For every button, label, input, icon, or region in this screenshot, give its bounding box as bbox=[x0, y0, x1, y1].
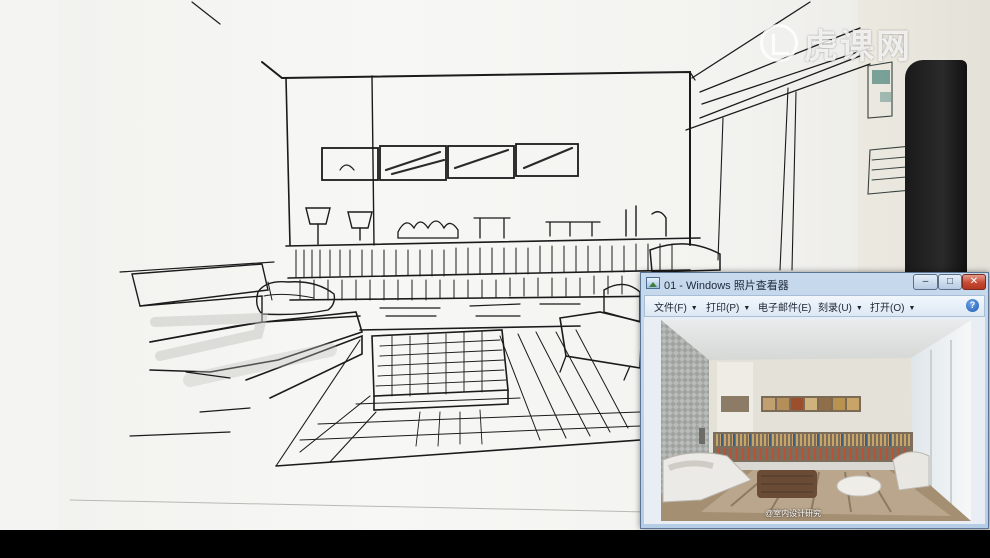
photo-display-area[interactable]: @室内设计研究 bbox=[644, 317, 985, 524]
chevron-down-icon: ▼ bbox=[855, 305, 863, 312]
minimize-button[interactable]: – bbox=[913, 274, 938, 290]
maximize-button[interactable]: □ bbox=[938, 274, 962, 290]
living-room-photo bbox=[661, 320, 971, 521]
menu-burn[interactable]: 刻录(U) ▼ bbox=[818, 299, 863, 314]
chevron-down-icon: ▼ bbox=[743, 305, 751, 312]
menu-email[interactable]: 电子邮件(E) bbox=[758, 299, 811, 314]
menu-print-label: 打印(P) bbox=[706, 303, 740, 314]
watermark-brand: 虎课网 bbox=[804, 27, 912, 66]
huke-watermark: 虎课网 bbox=[760, 20, 912, 66]
menu-burn-label: 刻录(U) bbox=[818, 303, 852, 314]
title-bar[interactable]: 01 - Windows 照片查看器 – □ ✕ bbox=[641, 273, 988, 295]
chevron-down-icon: ▼ bbox=[908, 305, 916, 312]
close-button[interactable]: ✕ bbox=[962, 274, 986, 290]
menu-print[interactable]: 打印(P) ▼ bbox=[706, 299, 750, 314]
menu-email-label: 电子邮件(E) bbox=[758, 303, 812, 314]
menu-open[interactable]: 打开(O) ▼ bbox=[870, 299, 915, 314]
dark-object-right bbox=[905, 60, 967, 290]
bottom-letterbox bbox=[0, 530, 990, 558]
photo-viewer-window[interactable]: 01 - Windows 照片查看器 – □ ✕ 文件(F) ▼ 打印(P) ▼ 电… bbox=[640, 272, 989, 529]
photo-viewer-app-icon[interactable] bbox=[646, 277, 660, 289]
huke-logo-icon bbox=[760, 24, 798, 62]
photo-watermark-caption: @室内设计研究 bbox=[765, 509, 822, 518]
menu-open-label: 打开(O) bbox=[870, 303, 905, 314]
chevron-down-icon: ▼ bbox=[690, 305, 698, 312]
menu-file[interactable]: 文件(F) ▼ bbox=[654, 299, 698, 314]
help-icon[interactable]: ? bbox=[966, 299, 979, 312]
window-title: 01 - Windows 照片查看器 bbox=[664, 280, 789, 292]
interior-reference-photo bbox=[661, 320, 971, 521]
menu-bar: 文件(F) ▼ 打印(P) ▼ 电子邮件(E) 刻录(U) ▼ 打开(O) ▼ ? bbox=[644, 295, 985, 317]
menu-file-label: 文件(F) bbox=[654, 303, 687, 314]
